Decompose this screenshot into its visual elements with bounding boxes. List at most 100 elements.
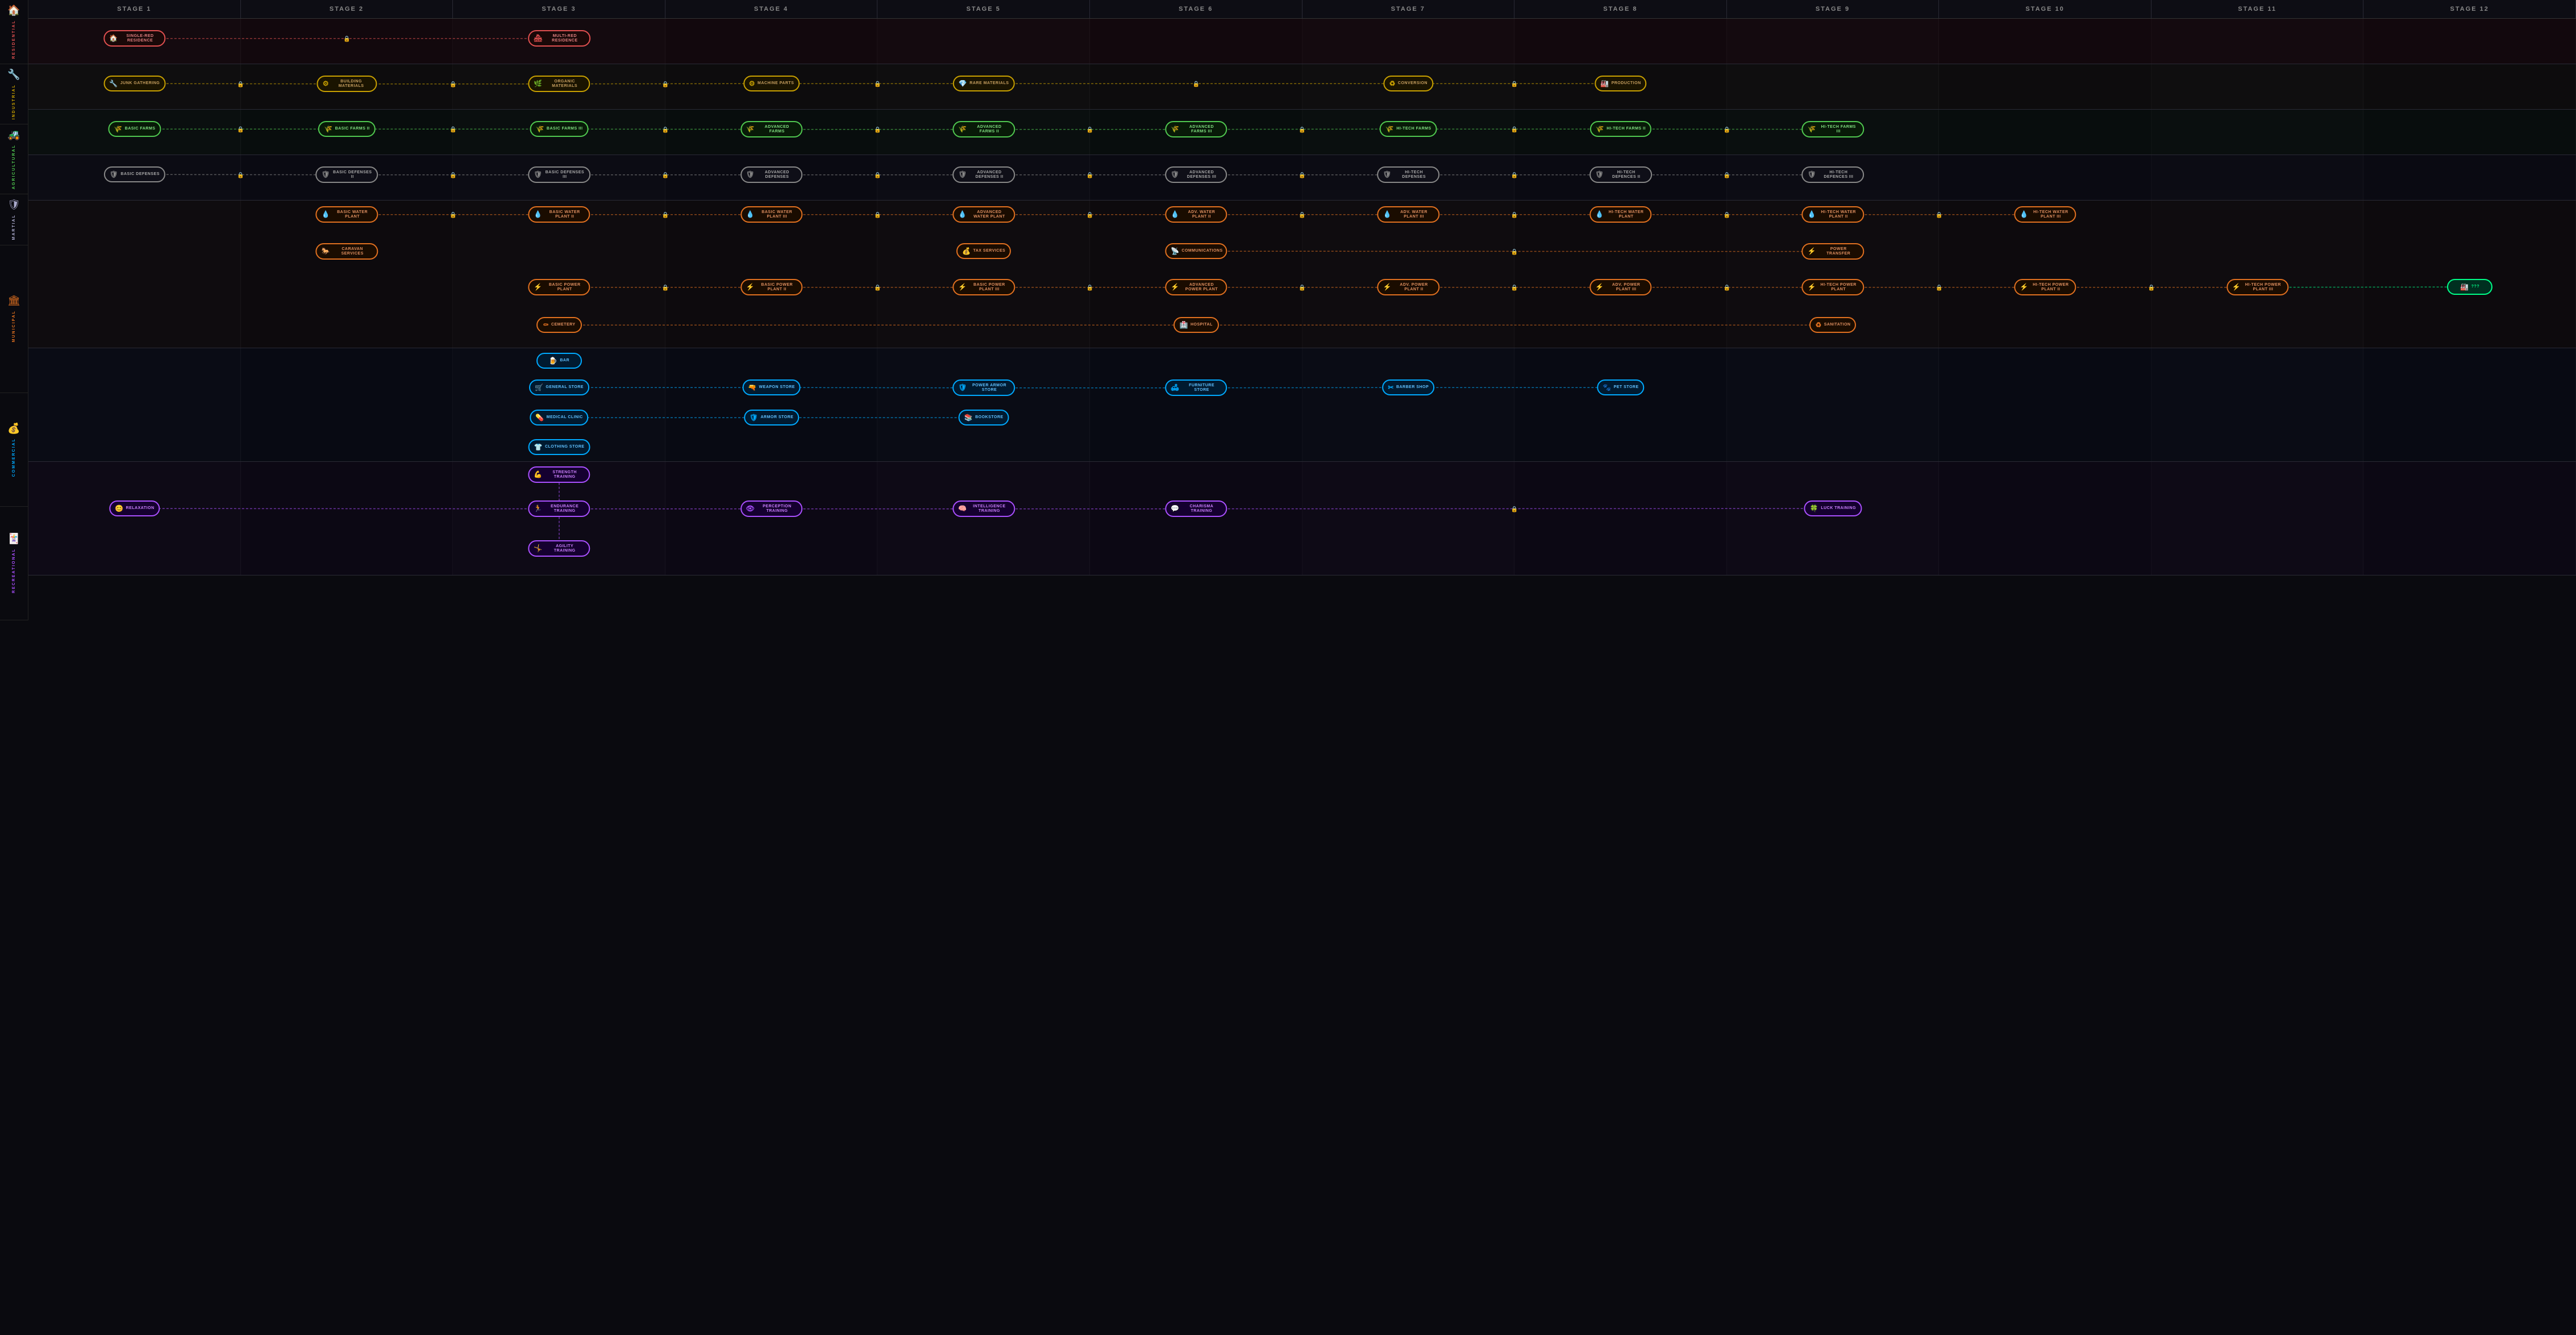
hi-tech-farms-ii[interactable]: 🌾 HI-TECH FARMS II — [1590, 121, 1651, 137]
cemetery[interactable]: ⚰ CEMETERY — [536, 317, 582, 333]
advanced-defenses-ii[interactable]: 🛡 ADVANCED DEFENSES II — [952, 166, 1015, 183]
cat-label-agricultural: 🚜 AGRICULTURAL — [0, 124, 28, 194]
organic-materials[interactable]: 🌿 ORGANIC MATERIALS — [528, 76, 590, 92]
cat-label-martial: 🛡 MARTIAL — [0, 194, 28, 245]
relaxation[interactable]: 😊 RELAXATION — [109, 500, 160, 516]
stage-4-header: STAGE 4 — [665, 0, 878, 18]
furniture-store[interactable]: 🛋 FURNITURE STORE — [1165, 379, 1227, 396]
hi-tech-defences-iii[interactable]: 🛡 HI-TECH DEFENCES III — [1802, 166, 1865, 183]
advanced-water-plant[interactable]: 💧 ADVANCED WATER PLANT — [952, 206, 1014, 223]
conversion[interactable]: ♻ CONVERSION — [1384, 76, 1433, 91]
clothing-store[interactable]: 👕 CLOTHING STORE — [528, 439, 590, 455]
industrial-label: INDUSTRIAL — [12, 84, 16, 119]
basic-farms-ii[interactable]: 🌾 BASIC FARMS II — [318, 121, 376, 137]
advanced-farms-iii[interactable]: 🌾 ADVANCED FARMS III — [1165, 121, 1227, 137]
power-armor-store[interactable]: 🛡 POWER ARMOR STORE — [952, 379, 1015, 396]
stage-12-header: STAGE 12 — [2363, 0, 2576, 18]
agility-training[interactable]: 🤸 AGILITY TRAINING — [528, 540, 590, 557]
recreational-label: RECREATIONAL — [12, 548, 16, 593]
hospital[interactable]: 🏥 HOSPITAL — [1173, 317, 1219, 333]
single-red-residence[interactable]: 🏠 SINGLE-RED RESIDENCE — [103, 30, 165, 47]
adv-power-plant-ii[interactable]: ⚡ ADV. POWER PLANT II — [1378, 279, 1439, 295]
hi-tech-water-plant[interactable]: 💧 HI-TECH WATER PLANT — [1589, 206, 1651, 223]
basic-power-plant-iii[interactable]: ⚡ BASIC POWER PLANT III — [952, 279, 1014, 295]
intelligence-training[interactable]: 🧠 INTELLIGENCE TRAINING — [952, 500, 1014, 517]
hi-tech-defenses[interactable]: 🛡 HI-TECH DEFENSES — [1377, 166, 1439, 183]
machine-parts[interactable]: ⚙ MACHINE PARTS — [743, 76, 800, 91]
recreational-section: 💪 STRENGTH TRAINING 😊 RELAXATION 🏃 ENDUR… — [28, 462, 2576, 575]
stage-2-header: STAGE 2 — [241, 0, 453, 18]
stage-7-header: STAGE 7 — [1302, 0, 1515, 18]
basic-power-plant-ii[interactable]: ⚡ BASIC POWER PLANT II — [740, 279, 802, 295]
building-materials[interactable]: ⚙ BUILDING MATERIALS — [317, 76, 377, 92]
tax-services[interactable]: 💰 TAX SERVICES — [956, 243, 1011, 259]
junk-gathering[interactable]: 🔧 JUNK GATHERING — [103, 76, 165, 91]
perception-training[interactable]: 👁 PERCEPTION TRAINING — [740, 500, 803, 517]
adv-water-plant-ii[interactable]: 💧 ADV. WATER PLANT II — [1165, 206, 1227, 223]
hi-tech-water-plant-iii[interactable]: 💧 HI-TECH WATER PLANT III — [2014, 206, 2076, 223]
basic-power-plant[interactable]: ⚡ BASIC POWER PLANT — [528, 279, 590, 295]
residential-label: RESIDENTIAL — [12, 20, 16, 59]
general-store[interactable]: 🛒 GENERAL STORE — [529, 379, 589, 395]
adv-water-plant-iii[interactable]: 💧 ADV. WATER PLANT III — [1378, 206, 1439, 223]
weapon-store[interactable]: 🔫 WEAPON STORE — [742, 379, 801, 395]
sanitation[interactable]: ♻ SANITATION — [1809, 317, 1856, 333]
hi-tech-farms-iii[interactable]: 🌾 HI-TECH FARMS III — [1802, 121, 1864, 137]
basic-defenses-iii[interactable]: 🛡 BASIC DEFENSES III — [528, 166, 590, 183]
advanced-farms-ii[interactable]: 🌾 ADVANCED FARMS II — [952, 121, 1014, 137]
stage-8-header: STAGE 8 — [1514, 0, 1727, 18]
commercial-label: COMMERCIAL — [12, 438, 16, 477]
bookstore[interactable]: 📚 BOOKSTORE — [959, 410, 1009, 425]
caravan-services[interactable]: 🐎 CARAVAN SERVICES — [316, 243, 378, 260]
basic-farms[interactable]: 🌾 BASIC FARMS — [108, 121, 161, 137]
bar[interactable]: 🍺 BAR — [536, 353, 582, 369]
adv-power-plant-iii[interactable]: ⚡ ADV. POWER PLANT III — [1589, 279, 1651, 295]
power-transfer[interactable]: ⚡ POWER TRANSFER — [1802, 243, 1864, 260]
basic-water-plant-iii[interactable]: 💧 BASIC WATER PLANT III — [740, 206, 802, 223]
hi-tech-defences-ii[interactable]: 🛡 HI-TECH DEFENCES II — [1589, 166, 1652, 183]
hi-tech-power-plant-iii[interactable]: ⚡ HI-TECH POWER PLANT III — [2227, 279, 2288, 295]
stage-3-header: STAGE 3 — [453, 0, 665, 18]
advanced-power-plant[interactable]: ⚡ ADVANCED POWER PLANT — [1165, 279, 1227, 295]
hi-tech-power-plant-ii[interactable]: ⚡ HI-TECH POWER PLANT II — [2014, 279, 2076, 295]
residence-icon: 🏠 — [109, 34, 118, 42]
basic-water-plant-ii[interactable]: 💧 BASIC WATER PLANT II — [528, 206, 590, 223]
multi-red-residence[interactable]: 🏘 MULTI-RED RESIDENCE — [528, 30, 590, 47]
basic-farms-iii[interactable]: 🌾 BASIC FARMS III — [530, 121, 588, 137]
advanced-farms[interactable]: 🌾 ADVANCED FARMS — [740, 121, 802, 137]
medical-clinic[interactable]: 💊 MEDICAL CLINIC — [530, 410, 589, 425]
municipal-icon: 🏛 — [7, 295, 20, 307]
endurance-training[interactable]: 🏃 ENDURANCE TRAINING — [528, 500, 590, 517]
basic-defenses[interactable]: 🛡 BASIC DEFENSES — [104, 166, 165, 182]
advanced-defenses-iii[interactable]: 🛡 ADVANCED DEFENSES III — [1165, 166, 1227, 183]
armor-store[interactable]: 🛡 ARMOR STORE — [744, 410, 800, 425]
strength-training[interactable]: 💪 STRENGTH TRAINING — [528, 466, 590, 483]
hi-tech-farms[interactable]: 🌾 HI-TECH FARMS — [1380, 121, 1437, 137]
stage-1-header: STAGE 1 — [28, 0, 241, 18]
hi-tech-power-plant[interactable]: ⚡ HI-TECH POWER PLANT — [1802, 279, 1864, 295]
stage-6-header: STAGE 6 — [1090, 0, 1302, 18]
production[interactable]: 🏭 PRODUCTION — [1595, 76, 1647, 91]
cat-label-recreational: 🃏 RECREATIONAL — [0, 507, 28, 620]
right-content: STAGE 1 STAGE 2 STAGE 3 STAGE 4 STAGE 5 … — [28, 0, 2576, 620]
category-labels: 🏠 RESIDENTIAL 🔧 INDUSTRIAL 🚜 AGRICULTURA… — [0, 0, 28, 620]
industrial-section: 🔧 JUNK GATHERING ⚙ BUILDING MATERIALS 🌿 … — [28, 64, 2576, 110]
cat-label-municipal: 🏛 MUNICIPAL — [0, 245, 28, 393]
stage-5-header: STAGE 5 — [877, 0, 1090, 18]
communications[interactable]: 📡 COMMUNICATIONS — [1165, 243, 1227, 259]
pet-store[interactable]: 🐾 PET STORE — [1597, 379, 1645, 395]
advanced-defenses[interactable]: 🛡 ADVANCED DEFENSES — [740, 166, 803, 183]
charisma-training[interactable]: 💬 CHARISMA TRAINING — [1165, 500, 1227, 517]
martial-label: MARTIAL — [12, 214, 16, 240]
stage-10-header: STAGE 10 — [1939, 0, 2151, 18]
basic-water-plant[interactable]: 💧 BASIC WATER PLANT — [316, 206, 378, 223]
hi-tech-water-plant-ii[interactable]: 💧 HI-TECH WATER PLANT II — [1802, 206, 1864, 223]
stage-11-header: STAGE 11 — [2151, 0, 2364, 18]
luck-training[interactable]: 🍀 LUCK TRAINING — [1804, 500, 1862, 516]
residential-section: 🏠 SINGLE-RED RESIDENCE 🏘 MULTI-RED RESID… — [28, 19, 2576, 64]
basic-defenses-ii[interactable]: 🛡 BASIC DEFENSES II — [316, 166, 378, 183]
question-marks-node[interactable]: 🏭 ??? — [2447, 279, 2492, 295]
barber-shop[interactable]: ✂ BARBER SHOP — [1382, 379, 1434, 395]
rare-materials[interactable]: 💎 RARE MATERIALS — [953, 76, 1015, 91]
multi-residence-icon: 🏘 — [534, 34, 543, 42]
